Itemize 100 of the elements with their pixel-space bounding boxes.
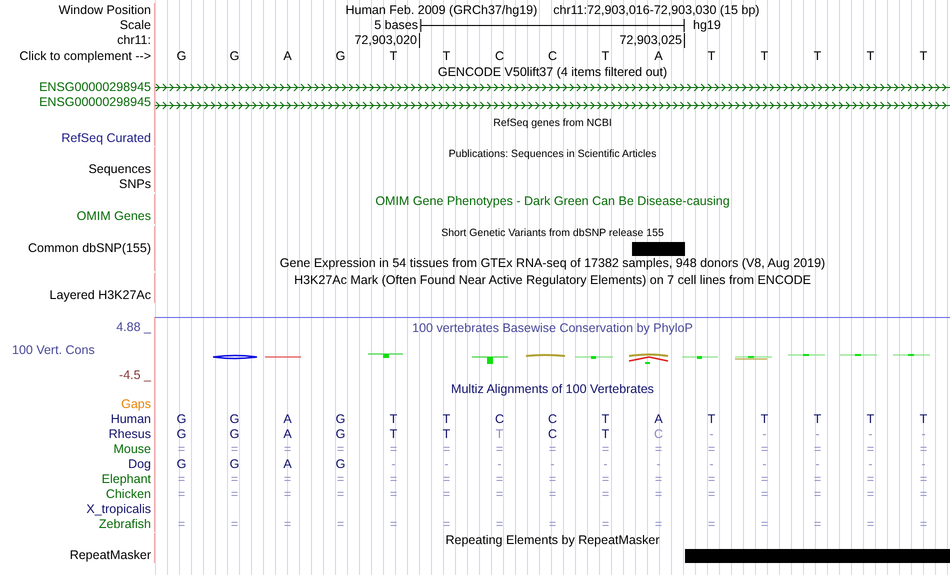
alignment-base: =: [336, 517, 346, 532]
assembly-title: Human Feb. 2009 (GRCh37/hg19): [346, 3, 538, 18]
track-label[interactable]: Layered H3K27Ac: [50, 288, 151, 302]
alignment-base: A: [653, 412, 664, 427]
species-label: Dog: [128, 457, 151, 471]
alignment-base: -: [708, 457, 715, 472]
alignment-base: =: [866, 517, 876, 532]
axis-min-label: -4.5 _: [119, 368, 151, 382]
alignment-base: =: [760, 472, 770, 487]
base-letter: G: [334, 49, 346, 64]
alignment-base: =: [176, 517, 186, 532]
alignment-base: =: [548, 517, 558, 532]
alignment-base: =: [282, 517, 292, 532]
species-label: Human: [110, 412, 151, 426]
base-letter: C: [546, 49, 558, 64]
alignment-base: =: [654, 472, 664, 487]
alignment-base: =: [230, 442, 240, 457]
base-letter: T: [760, 49, 770, 64]
alignment-base: C: [652, 427, 664, 442]
alignment-base: G: [228, 412, 240, 427]
row-label: Window Position: [58, 3, 151, 17]
species-label: Chicken: [106, 487, 151, 501]
alignment-base: -: [390, 457, 397, 472]
alignment-base: -: [602, 457, 609, 472]
assembly-label: hg19: [692, 18, 722, 33]
alignment-base: =: [654, 517, 664, 532]
alignment-base: =: [654, 487, 664, 502]
track-title: Publications: Sequences in Scientific Articles: [448, 148, 656, 160]
alignment-base: =: [600, 442, 610, 457]
alignment-base: =: [282, 442, 292, 457]
alignment-base: -: [655, 457, 662, 472]
alignment-base: -: [920, 457, 927, 472]
alignment-base: =: [812, 472, 822, 487]
track-label[interactable]: Sequences: [88, 162, 151, 176]
alignment-base: =: [600, 472, 610, 487]
alignment-base: T: [442, 412, 452, 427]
alignment-base: T: [866, 412, 876, 427]
base-letter: T: [706, 49, 716, 64]
feature-block[interactable]: [685, 549, 738, 563]
alignment-base: T: [388, 427, 398, 442]
track-label[interactable]: 100 Vert. Cons: [12, 343, 95, 357]
alignment-base: =: [548, 472, 558, 487]
alignment-base: =: [866, 487, 876, 502]
track-title: OMIM Gene Phenotypes - Dark Green Can Be Disease-causing: [375, 194, 730, 208]
base-letter: C: [494, 49, 506, 64]
alignment-base: G: [176, 412, 188, 427]
alignment-base: =: [918, 442, 928, 457]
gene-feature[interactable]: [155, 101, 950, 110]
track-title: Multiz Alignments of 100 Vertebrates: [451, 382, 654, 396]
alignment-base: =: [548, 442, 558, 457]
alignment-base: =: [176, 442, 186, 457]
alignment-base: =: [494, 487, 504, 502]
alignment-base: -: [761, 427, 768, 442]
alignment-base: T: [812, 412, 822, 427]
gene-feature[interactable]: [155, 83, 950, 92]
track-label[interactable]: RepeatMasker: [70, 548, 151, 562]
track-label[interactable]: RefSeq Curated: [61, 131, 151, 145]
alignment-base: G: [228, 457, 240, 472]
axis-max-label: 4.88 _: [116, 320, 151, 334]
alignment-base: -: [708, 427, 715, 442]
alignment-base: =: [918, 472, 928, 487]
alignment-base: =: [866, 442, 876, 457]
feature-block[interactable]: [632, 242, 685, 256]
alignment-base: -: [496, 457, 503, 472]
alignment-base: =: [760, 517, 770, 532]
alignment-base: A: [282, 427, 293, 442]
alignment-base: =: [282, 487, 292, 502]
alignment-base: -: [814, 457, 821, 472]
alignment-base: C: [546, 412, 558, 427]
track-label[interactable]: Common dbSNP(155): [28, 241, 151, 255]
alignment-base: =: [706, 442, 716, 457]
species-label: Zebrafish: [98, 517, 151, 531]
track-label[interactable]: ENSG00000298945: [39, 80, 151, 94]
species-label: Rhesus: [108, 427, 151, 441]
track-label[interactable]: ENSG00000298945: [39, 95, 151, 109]
track-title: RefSeq genes from NCBI: [493, 117, 612, 129]
base-letter: A: [282, 49, 293, 64]
track-label[interactable]: SNPs: [119, 177, 151, 191]
alignment-base: =: [600, 487, 610, 502]
alignment-base: A: [282, 457, 293, 472]
alignment-base: -: [549, 457, 556, 472]
coordinate-tick: 72,903,025: [619, 33, 685, 48]
alignment-base: T: [600, 427, 610, 442]
alignment-base: =: [388, 472, 398, 487]
track-title: GENCODE V50lift37 (4 items filtered out): [438, 65, 668, 79]
base-letter: G: [228, 49, 240, 64]
alignment-base: =: [812, 517, 822, 532]
alignment-base: =: [706, 487, 716, 502]
alignment-base: =: [230, 472, 240, 487]
track-label[interactable]: OMIM Genes: [76, 209, 151, 223]
alignment-base: -: [920, 427, 927, 442]
complement-link[interactable]: Click to complement -->: [19, 49, 151, 63]
base-letter: G: [176, 49, 188, 64]
alignment-base: =: [442, 472, 452, 487]
alignment-base: =: [494, 442, 504, 457]
alignment-base: =: [654, 442, 664, 457]
alignment-base: =: [706, 472, 716, 487]
alignment-base: T: [918, 412, 928, 427]
track-title: Repeating Elements by RepeatMasker: [445, 533, 660, 547]
feature-block[interactable]: [897, 549, 950, 563]
